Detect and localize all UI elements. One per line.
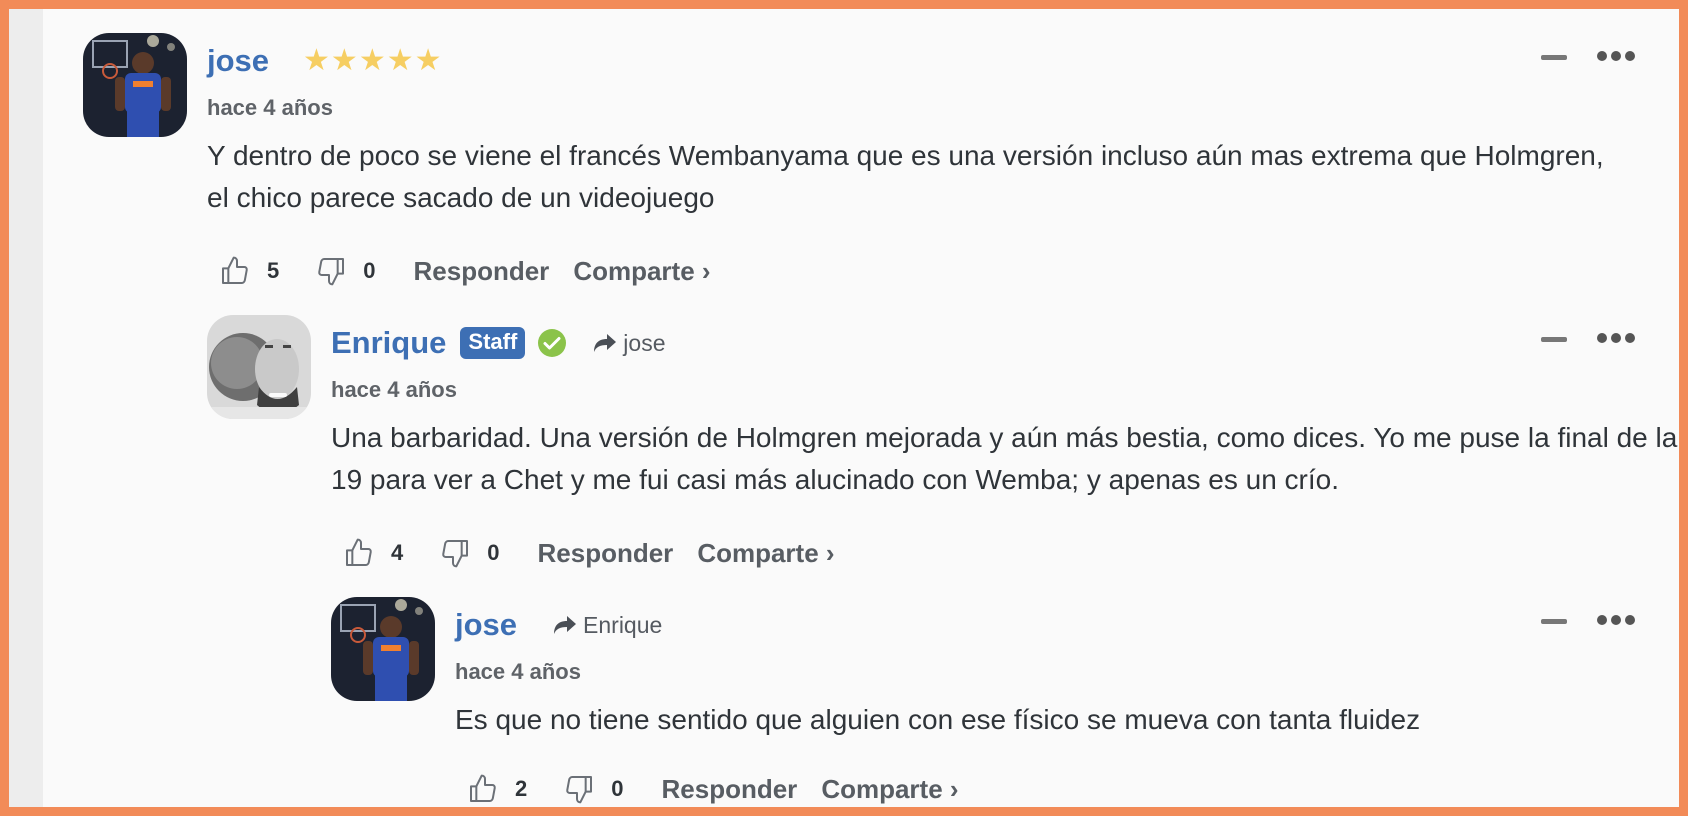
author-name[interactable]: jose <box>207 43 269 79</box>
comments-panel: jose ★★★★★ hace 4 años Y dentro de poco … <box>9 9 1679 807</box>
author-name[interactable]: jose <box>455 607 517 643</box>
thumbs-down-icon <box>318 258 345 286</box>
minus-icon[interactable] <box>1541 54 1567 60</box>
reply-arrow-icon <box>594 334 617 352</box>
like-button[interactable]: 2 <box>467 773 527 805</box>
reply-to-name: jose <box>623 329 666 356</box>
dislike-button[interactable]: 0 <box>439 537 500 569</box>
avatar[interactable] <box>207 315 311 419</box>
dislike-button[interactable]: 0 <box>563 773 624 805</box>
avatar[interactable] <box>331 597 435 701</box>
staff-badge: Staff <box>460 327 526 359</box>
share-button[interactable]: Comparte › <box>697 538 834 569</box>
more-options-icon[interactable] <box>1597 51 1639 61</box>
dislike-count: 0 <box>611 776 624 801</box>
timestamp[interactable]: hace 4 años <box>331 377 457 403</box>
comment: jose Enrique hace 4 años Es que no tiene… <box>331 597 1643 807</box>
minus-icon[interactable] <box>1541 618 1567 624</box>
reply-to-name: Enrique <box>583 611 663 638</box>
more-options-icon[interactable] <box>1597 615 1639 625</box>
rating-stars: ★★★★★ <box>303 44 443 77</box>
timestamp[interactable]: hace 4 años <box>455 659 581 685</box>
like-count: 2 <box>515 776 528 801</box>
thumbs-down-icon <box>442 540 469 568</box>
thumbs-down-icon <box>566 776 593 804</box>
comment-text: Y dentro de poco se viene el francés Wem… <box>207 140 1604 213</box>
left-gutter <box>9 9 43 807</box>
dislike-count: 0 <box>363 258 376 283</box>
dislike-button[interactable]: 0 <box>315 255 376 287</box>
like-button[interactable]: 4 <box>343 537 403 569</box>
reply-button[interactable]: Responder <box>662 774 798 805</box>
avatar[interactable] <box>83 33 187 137</box>
reply-to[interactable]: jose <box>593 329 666 357</box>
reply-arrow-icon <box>554 616 577 634</box>
comment-text: Es que no tiene sentido que alguien con … <box>455 704 1421 735</box>
timestamp[interactable]: hace 4 años <box>207 95 333 121</box>
reply-button[interactable]: Responder <box>414 256 550 287</box>
author-name[interactable]: Enrique <box>331 325 446 361</box>
thumbs-up-icon <box>222 256 248 284</box>
like-count: 5 <box>267 258 280 283</box>
comment: Enrique Staff jose hace 4 años Una barba… <box>207 315 1679 568</box>
comment-text: Una barbaridad. Una versión de Holmgren … <box>331 422 1679 495</box>
comment: jose ★★★★★ hace 4 años Y dentro de poco … <box>83 33 1643 286</box>
thumbs-up-icon <box>346 538 372 566</box>
minus-icon[interactable] <box>1541 336 1567 342</box>
reply-button[interactable]: Responder <box>538 538 674 569</box>
share-button[interactable]: Comparte › <box>821 774 958 805</box>
reply-to[interactable]: Enrique <box>553 612 662 639</box>
like-button[interactable]: 5 <box>219 255 279 287</box>
like-count: 4 <box>391 540 404 565</box>
dislike-count: 0 <box>487 540 500 565</box>
share-button[interactable]: Comparte › <box>573 256 710 287</box>
thumbs-up-icon <box>470 774 496 802</box>
more-options-icon[interactable] <box>1597 333 1639 343</box>
check-circle-icon <box>538 329 567 357</box>
